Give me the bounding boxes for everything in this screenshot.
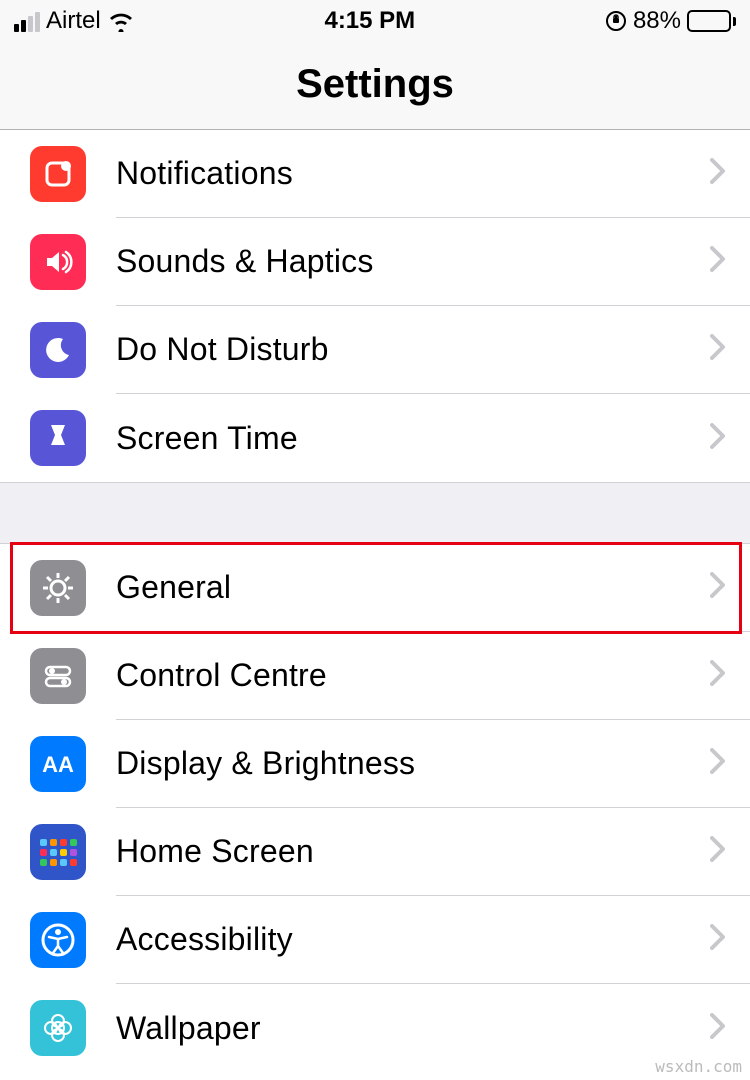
wifi-icon [107, 10, 135, 32]
row-label: Wallpaper [116, 1010, 261, 1047]
row-label: Do Not Disturb [116, 331, 329, 368]
carrier-label: Airtel [46, 7, 101, 35]
page-title: Settings [0, 62, 750, 107]
status-left: Airtel [14, 7, 135, 35]
row-display[interactable]: AA Display & Brightness [0, 720, 750, 808]
status-bar: Airtel 4:15 PM 88% [0, 0, 750, 42]
svg-text:AA: AA [42, 752, 74, 777]
row-homescreen[interactable]: Home Screen [0, 808, 750, 896]
display-icon: AA [30, 736, 86, 792]
general-icon [30, 560, 86, 616]
wallpaper-icon [30, 1000, 86, 1056]
notifications-icon [30, 146, 86, 202]
chevron-right-icon [710, 158, 726, 189]
row-label: Screen Time [116, 420, 298, 457]
row-label: Home Screen [116, 833, 314, 870]
row-notifications[interactable]: Notifications [0, 130, 750, 218]
row-label: Accessibility [116, 921, 293, 958]
row-label: Notifications [116, 155, 293, 192]
screentime-icon [30, 410, 86, 466]
settings-group-1: Notifications Sounds & Haptics Do Not Di… [0, 130, 750, 482]
status-right: 88% [605, 7, 736, 35]
cellular-signal-icon [14, 10, 40, 32]
chevron-right-icon [710, 246, 726, 277]
rotation-lock-icon [605, 10, 627, 32]
chevron-right-icon [710, 924, 726, 955]
row-general[interactable]: General [0, 544, 750, 632]
watermark: wsxdn.com [655, 1057, 742, 1076]
battery-icon [687, 10, 736, 32]
status-time: 4:15 PM [324, 7, 415, 35]
row-accessibility[interactable]: Accessibility [0, 896, 750, 984]
chevron-right-icon [710, 334, 726, 365]
chevron-right-icon [710, 572, 726, 603]
row-label: Control Centre [116, 657, 327, 694]
row-label: General [116, 569, 231, 606]
page-header: Settings [0, 42, 750, 130]
settings-group-2: General Control Centre AA Display & Brig… [0, 544, 750, 1072]
accessibility-icon [30, 912, 86, 968]
row-screentime[interactable]: Screen Time [0, 394, 750, 482]
sounds-icon [30, 234, 86, 290]
section-gap [0, 482, 750, 544]
controlcentre-icon [30, 648, 86, 704]
chevron-right-icon [710, 660, 726, 691]
row-controlcentre[interactable]: Control Centre [0, 632, 750, 720]
homescreen-icon [30, 824, 86, 880]
row-sounds[interactable]: Sounds & Haptics [0, 218, 750, 306]
dnd-icon [30, 322, 86, 378]
row-label: Sounds & Haptics [116, 243, 374, 280]
row-label: Display & Brightness [116, 745, 415, 782]
chevron-right-icon [710, 748, 726, 779]
battery-percent: 88% [633, 7, 681, 35]
chevron-right-icon [710, 1013, 726, 1044]
chevron-right-icon [710, 423, 726, 454]
row-wallpaper[interactable]: Wallpaper [0, 984, 750, 1072]
chevron-right-icon [710, 836, 726, 867]
row-dnd[interactable]: Do Not Disturb [0, 306, 750, 394]
